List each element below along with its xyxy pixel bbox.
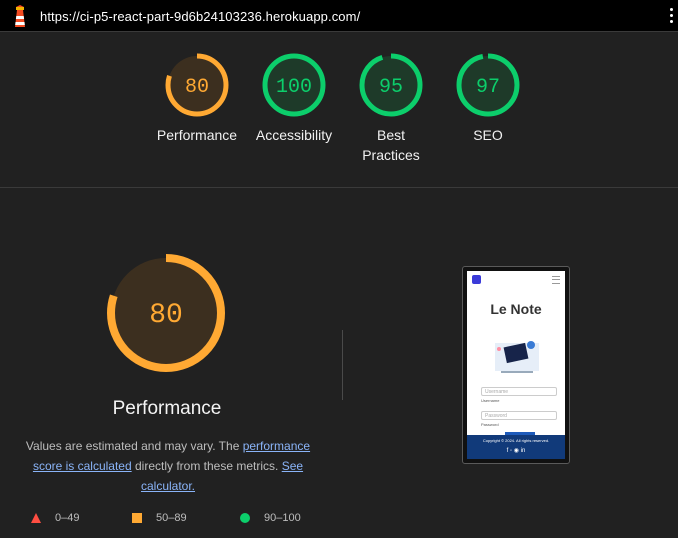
vertical-divider	[342, 330, 343, 400]
legend-range: 50–89	[156, 512, 187, 524]
performance-description: Values are estimated and may vary. The p…	[20, 436, 316, 496]
username-field: Username	[481, 387, 557, 396]
gauge-ring: 97	[456, 53, 520, 117]
more-options-icon[interactable]	[670, 8, 674, 24]
password-label: Password	[481, 422, 499, 427]
gauge-label: Performance	[156, 127, 238, 143]
legend-average: 50–89	[132, 512, 187, 524]
gauge-best-practices[interactable]: 95 Best Practices	[341, 52, 441, 165]
gauge-seo[interactable]: 97 SEO	[438, 52, 538, 145]
gauge-ring: 80	[165, 53, 229, 117]
browser-bar: https://ci-p5-react-part-9d6b24103236.he…	[0, 0, 678, 32]
big-gauge-score: 80	[149, 300, 183, 331]
score-gauges: 80 Performance 100 Accessibility 95 Best…	[0, 32, 678, 187]
circle-icon	[240, 513, 250, 523]
social-icons: f ◦ ◉ in	[506, 448, 526, 454]
screenshot-title: Le Note	[490, 301, 542, 317]
performance-big-gauge: 80	[107, 254, 225, 372]
gauge-label: SEO	[473, 127, 503, 143]
gauge-label: Best Practices	[362, 127, 420, 163]
gauge-score: 80	[185, 76, 209, 99]
illustration-icon	[495, 341, 539, 373]
gauge-ring: 95	[359, 53, 423, 117]
app-logo-icon	[472, 275, 481, 284]
url-text[interactable]: https://ci-p5-react-part-9d6b24103236.he…	[40, 9, 360, 24]
hamburger-menu-icon	[552, 276, 560, 284]
gauge-score: 95	[379, 76, 403, 99]
final-screenshot[interactable]: Le Note Username Username Password Passw…	[462, 266, 570, 464]
gauge-performance[interactable]: 80 Performance	[147, 52, 247, 145]
lighthouse-icon	[15, 5, 25, 27]
performance-title: Performance	[112, 398, 222, 419]
section-divider	[0, 187, 678, 188]
legend-range: 0–49	[55, 512, 80, 524]
square-icon	[132, 513, 142, 523]
screenshot-footer: Copyright © 2024. All rights reserved. f…	[467, 435, 565, 459]
legend-range: 90–100	[264, 512, 301, 524]
gauge-accessibility[interactable]: 100 Accessibility	[244, 52, 344, 145]
password-field: Password	[481, 411, 557, 420]
gauge-ring: 100	[262, 53, 326, 117]
gauge-score: 97	[476, 76, 500, 99]
username-label: Username	[481, 398, 500, 403]
legend-fail: 0–49	[31, 512, 79, 524]
copyright-text: Copyright © 2024. All rights reserved.	[482, 438, 550, 443]
legend-pass: 90–100	[240, 512, 301, 524]
desc-text: directly from these metrics.	[131, 459, 282, 473]
screenshot-page: Le Note Username Username Password Passw…	[467, 271, 565, 459]
triangle-icon	[31, 513, 41, 523]
desc-text: Values are estimated and may vary. The	[25, 439, 243, 453]
gauge-score: 100	[276, 76, 312, 99]
gauge-label: Accessibility	[255, 127, 333, 143]
